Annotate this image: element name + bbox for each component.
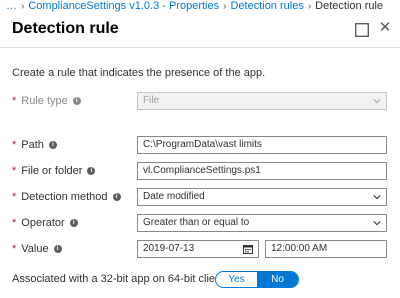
path-label: * Path i [12,139,57,151]
maximize-icon[interactable] [355,23,369,37]
required-asterisk: * [12,243,17,255]
chevron-right-icon: › [307,1,312,12]
required-asterisk: * [12,165,17,177]
chevron-right-icon: › [223,1,227,12]
page-title: Detection rule [12,20,119,37]
toggle-label: Associated with a 32-bit app on 64-bit c… [12,273,243,285]
required-asterisk: * [12,217,17,229]
path-input[interactable]: C:\ProgramData\vast limits [137,136,387,154]
chevron-right-icon: › [21,1,25,12]
info-icon[interactable]: i [112,193,121,201]
breadcrumb-properties-link[interactable]: ComplianceSettings v1.0.3 - Properties [28,0,219,12]
file-or-folder-input[interactable]: vl.ComplianceSettings.ps1 [137,162,387,180]
toggle-no-option[interactable]: No [257,272,298,287]
info-icon[interactable]: i [53,245,62,253]
calendar-icon[interactable] [243,244,253,254]
date-input[interactable]: 2019-07-13 [137,240,259,258]
blade-header: Detection rule ✕ [0,14,400,48]
info-icon[interactable]: i [69,219,78,227]
file-or-folder-label: * File or folder i [12,165,96,177]
info-icon[interactable]: i [87,167,96,175]
breadcrumb-current: Detection rule [315,0,384,12]
toggle-yes-option[interactable]: Yes [216,272,257,287]
chevron-down-icon [373,221,381,226]
time-input[interactable]: 12:00:00 AM [265,240,387,258]
intro-text: Create a rule that indicates the presenc… [12,67,266,79]
rule-type-value: File [143,95,160,106]
value-label: * Value i [12,243,62,255]
32bit-toggle[interactable]: Yes No [215,271,299,288]
close-icon[interactable]: ✕ [378,20,392,35]
required-asterisk: * [12,139,17,151]
chevron-down-icon [373,99,381,104]
rule-type-label: * Rule type i [12,95,81,107]
chevron-down-icon [373,195,381,200]
operator-select[interactable]: Greater than or equal to [137,214,387,232]
breadcrumb-detection-rules-link[interactable]: Detection rules [230,0,303,12]
breadcrumb: … › ComplianceSettings v1.0.3 - Properties… [0,0,400,14]
detection-method-label: * Detection method i [12,191,121,203]
rule-type-select: File [137,92,387,110]
breadcrumb-ellipsis[interactable]: … [6,0,17,12]
info-icon[interactable]: i [48,141,57,149]
required-asterisk: * [12,191,17,203]
detection-method-select[interactable]: Date modified [137,188,387,206]
operator-label: * Operator i [12,217,78,229]
required-asterisk: * [12,95,17,107]
info-icon[interactable]: i [72,97,81,105]
